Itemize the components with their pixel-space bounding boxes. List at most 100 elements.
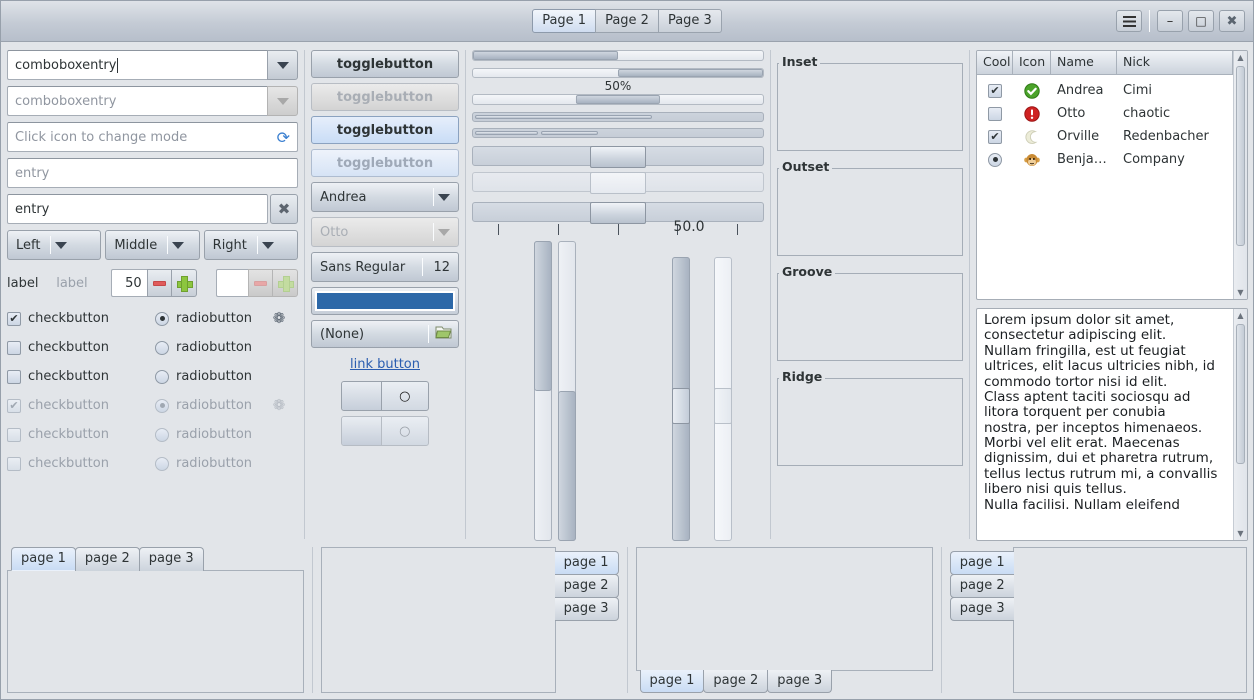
scale-horizontal-1[interactable] xyxy=(472,146,764,168)
spinbutton-plus-button[interactable] xyxy=(171,269,197,297)
notebook-tabs-right: page 1 page 2 page 3 xyxy=(321,547,619,693)
notebook-top-tab-page-1[interactable]: page 1 xyxy=(11,547,76,571)
combo-right[interactable]: Right xyxy=(203,230,298,260)
comboboxentry-active-arrow[interactable] xyxy=(267,50,298,80)
vertical-scale-3[interactable] xyxy=(672,257,690,541)
treeview-column-icon[interactable]: Icon xyxy=(1013,51,1051,75)
level-bar-segment-1 xyxy=(475,130,538,135)
treeview-column-cool[interactable]: Cool xyxy=(977,51,1013,75)
combo-left-label: Left xyxy=(16,237,41,253)
notebook-left-tab-page-3[interactable]: page 3 xyxy=(949,597,1014,621)
treeview-scrollbar[interactable]: ▲ ▼ xyxy=(1233,51,1247,299)
frame-groove-body xyxy=(777,273,963,361)
checkbutton-1[interactable]: ✔ checkbutton xyxy=(7,309,155,328)
scroll-down-icon[interactable]: ▼ xyxy=(1237,286,1243,299)
combo-left[interactable]: Left xyxy=(7,230,102,260)
notebook-left-tab-page-1[interactable]: page 1 xyxy=(949,551,1014,575)
spinbutton-value[interactable]: 50 xyxy=(110,269,147,297)
notebook-right-tab-page-2[interactable]: page 2 xyxy=(554,574,619,598)
textview-content[interactable]: Lorem ipsum dolor sit amet, consectetur … xyxy=(977,309,1233,540)
table-row[interactable]: Benja… Company xyxy=(977,148,1233,171)
notebook-left-tab-page-2[interactable]: page 2 xyxy=(949,574,1014,598)
frame-inset: Inset xyxy=(777,54,963,151)
entry-with-clear-field[interactable]: entry xyxy=(7,194,268,224)
togglebutton-3-active[interactable]: togglebutton xyxy=(311,116,459,144)
spinner-column: ❁ ❁ xyxy=(265,309,293,473)
textview[interactable]: Lorem ipsum dolor sit amet, consectetur … xyxy=(976,308,1248,541)
radiobutton-1[interactable]: radiobutton xyxy=(155,309,265,328)
checkbox-icon[interactable]: ✔ xyxy=(988,83,1002,98)
togglebutton-4-active-disabled: togglebutton xyxy=(311,149,459,177)
table-row[interactable]: ✔ Andrea Cimi xyxy=(977,79,1233,102)
checkbutton-2[interactable]: checkbutton xyxy=(7,338,155,357)
hamburger-menu-icon[interactable] xyxy=(1116,10,1142,32)
maximize-icon[interactable]: □ xyxy=(1188,10,1214,32)
table-row[interactable]: ✔ Orville Redenbacher xyxy=(977,125,1233,148)
combo-middle[interactable]: Middle xyxy=(105,230,200,260)
close-icon[interactable]: ✖ xyxy=(1219,10,1245,32)
titlebar-tab-page-3[interactable]: Page 3 xyxy=(657,9,722,33)
table-row[interactable]: Otto chaotic xyxy=(977,102,1233,125)
scale-knob[interactable] xyxy=(590,202,646,224)
color-button[interactable] xyxy=(311,287,459,315)
radiobutton-3[interactable]: radiobutton xyxy=(155,367,265,386)
radiobutton-2[interactable]: radiobutton xyxy=(155,338,265,357)
treeview[interactable]: Cool Icon Name Nick ✔ Andrea Cimi Otto c… xyxy=(976,50,1248,300)
switch-off-glyph-disabled: ○ xyxy=(399,423,411,439)
scale-knob-disabled xyxy=(590,172,646,194)
treeview-column-name[interactable]: Name xyxy=(1051,51,1117,75)
titlebar-tab-page-2[interactable]: Page 2 xyxy=(595,9,659,33)
vertical-scale-2[interactable] xyxy=(558,241,576,541)
notebook-bottom-tab-page-2[interactable]: page 2 xyxy=(703,670,769,693)
spinbutton-minus-button[interactable] xyxy=(146,269,172,297)
titlebar-tab-page-1[interactable]: Page 1 xyxy=(532,9,597,33)
file-chooser-button[interactable]: (None) xyxy=(311,320,459,348)
scale-horizontal-3-with-marks[interactable] xyxy=(472,202,764,224)
combo-divider xyxy=(50,236,52,254)
combo-andrea[interactable]: Andrea xyxy=(311,182,459,212)
comboboxentry-active-input[interactable]: comboboxentry xyxy=(7,50,267,80)
window-controls: – □ ✖ xyxy=(1116,1,1245,41)
textview-line: ultrices, elit lacus ultricies nibh, id xyxy=(984,358,1216,375)
spinbutton-enabled[interactable]: 50 xyxy=(110,269,197,297)
scroll-up-icon[interactable]: ▲ xyxy=(1237,309,1243,322)
textview-scrollbar[interactable]: ▲ ▼ xyxy=(1233,309,1247,540)
icon-entry[interactable]: Click icon to change mode ⟳ xyxy=(7,122,298,152)
link-button[interactable]: link button xyxy=(311,353,459,376)
comboboxentry-disabled-input: comboboxentry xyxy=(7,86,267,116)
entry-placeholder-field[interactable]: entry xyxy=(7,158,298,188)
spinbutton-disabled xyxy=(216,269,298,297)
notebook-right-tab-page-3[interactable]: page 3 xyxy=(554,597,619,621)
vertical-scale-1[interactable] xyxy=(534,241,552,541)
switch-enabled[interactable]: ○ xyxy=(341,381,429,411)
checkbox-icon[interactable]: ✔ xyxy=(988,129,1002,144)
notebook-top-tab-page-3[interactable]: page 3 xyxy=(138,547,204,571)
checkbox-icon[interactable] xyxy=(988,106,1002,121)
refresh-icon[interactable]: ⟳ xyxy=(277,128,290,147)
minimize-icon[interactable]: – xyxy=(1157,10,1183,32)
notebook-bottom-tab-page-1[interactable]: page 1 xyxy=(639,670,705,693)
titlebar: Page 1 Page 2 Page 3 – □ ✖ xyxy=(1,1,1253,42)
checkbutton-3[interactable]: checkbutton xyxy=(7,367,155,386)
table-cell-nick: chaotic xyxy=(1123,106,1171,121)
scale-knob[interactable] xyxy=(590,146,646,168)
comboboxentry-active[interactable]: comboboxentry xyxy=(7,50,298,80)
treeview-column-nick[interactable]: Nick xyxy=(1117,51,1233,75)
combo-divider xyxy=(167,236,169,254)
radio-icon[interactable] xyxy=(988,152,1002,167)
togglebutton-1[interactable]: togglebutton xyxy=(311,50,459,78)
scroll-up-icon[interactable]: ▲ xyxy=(1237,51,1243,64)
checkbox-icon xyxy=(7,340,21,355)
font-button[interactable]: Sans Regular 12 xyxy=(311,252,459,282)
font-button-divider xyxy=(422,258,424,276)
font-button-size: 12 xyxy=(433,259,450,275)
scrollbar-thumb[interactable] xyxy=(1236,324,1245,464)
vertical-scale-knob[interactable] xyxy=(672,387,690,424)
clear-icon[interactable]: ✖ xyxy=(270,194,298,224)
scroll-down-icon[interactable]: ▼ xyxy=(1237,527,1243,540)
scrollbar-thumb[interactable] xyxy=(1236,66,1245,246)
notebook-bottom-tab-page-3[interactable]: page 3 xyxy=(767,670,833,693)
notebook-right-tab-page-1[interactable]: page 1 xyxy=(554,551,619,575)
switch-disabled: ○ xyxy=(341,416,429,446)
notebook-top-tab-page-2[interactable]: page 2 xyxy=(74,547,140,571)
